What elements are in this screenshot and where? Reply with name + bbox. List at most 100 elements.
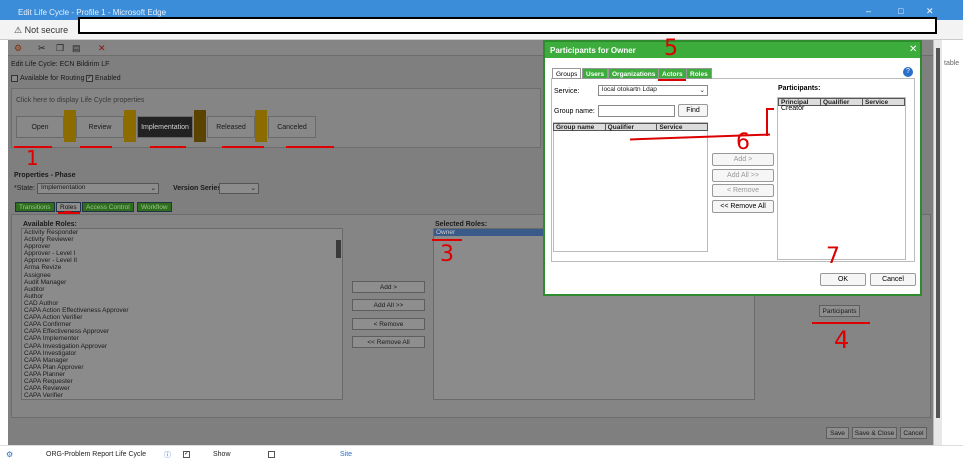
available-for-routing-checkbox[interactable] [11,75,18,82]
chevron-down-icon: ⌄ [150,185,156,192]
list-item[interactable]: CAPA Investigator [22,350,342,357]
lifecycle-icon: ⚙ [6,450,14,459]
help-icon[interactable]: ? [903,67,913,77]
tab-groups[interactable]: Groups [552,68,582,79]
minimize-button[interactable]: – [866,6,871,16]
version-series-select[interactable]: ⌄ [219,183,259,194]
show-checkbox[interactable] [268,451,275,458]
close-button[interactable]: ✕ [926,6,934,17]
phase-implementation[interactable]: Implementation [137,116,193,138]
service-select[interactable]: local otokartn Ldap ⌄ [598,85,708,96]
participants-label: Participants: [778,85,821,92]
tab-roles[interactable]: Roles [686,68,712,79]
list-item[interactable]: Arma Revize [22,264,342,271]
tab-actors[interactable]: Actors [658,68,687,79]
scrollbar-thumb[interactable] [336,240,341,258]
list-item[interactable]: Audit Manager [22,279,342,286]
add-all-participants-button[interactable]: Add All >> [712,169,774,182]
dialog-title-bar: Participants for Owner [545,42,920,58]
row-checkbox[interactable]: ✓ [183,451,190,458]
list-item[interactable]: CAPA Plan Approver [22,364,342,371]
list-item[interactable]: Approver [22,243,342,250]
groups-list[interactable] [553,122,708,252]
phase-released[interactable]: Released [207,116,255,138]
list-item[interactable]: Assignee [22,272,342,279]
add-all-roles-button[interactable]: Add All >> [352,299,425,311]
tab-access-control[interactable]: Access Control [82,202,134,212]
participants-list[interactable] [777,97,906,260]
dialog-cancel-button[interactable]: Cancel [870,273,916,286]
list-item[interactable]: Activity Reviewer [22,236,342,243]
table-row: ⚙ ORG-Problem Report Life Cycle ⓘ ✓ Show… [0,445,963,462]
list-item[interactable]: CAPA Confirmer [22,321,342,328]
column-header: Group name [554,124,606,131]
phase-review[interactable]: Review [76,116,124,138]
list-item[interactable]: CAPA Planner [22,371,342,378]
list-item[interactable]: CAPA Effectiveness Approver [22,328,342,335]
list-item[interactable]: Activity Responder [22,229,342,236]
row-name[interactable]: ORG-Problem Report Life Cycle [46,451,146,458]
tab-transitions[interactable]: Transitions [15,202,55,212]
page-title: Edit Life Cycle: ECN Bildirim LF [11,61,110,68]
list-item[interactable]: Owner [434,229,544,237]
scrollbar-thumb[interactable] [936,48,940,418]
lifecycle-hint[interactable]: Click here to display Life Cycle propert… [16,97,144,104]
list-item[interactable]: CAPA Implementer [22,335,342,342]
find-button[interactable]: Find [678,104,708,117]
remove-role-button[interactable]: < Remove [352,318,425,330]
list-item[interactable]: Approver - Level II [22,257,342,264]
info-icon[interactable]: ⓘ [164,450,171,460]
add-role-button[interactable]: Add > [352,281,425,293]
annotation-5: 5 [664,36,678,61]
transition-bar [124,110,136,142]
save-button[interactable]: Save [826,427,849,439]
save-close-button[interactable]: Save & Close [852,427,897,439]
list-item[interactable]: CAPA Investigation Approver [22,343,342,350]
enabled-checkbox[interactable]: ✓ [86,75,93,82]
group-name-input[interactable] [598,105,675,117]
remove-participant-button[interactable]: < Remove [712,184,774,197]
list-item[interactable]: CAPA Action Verifier [22,314,342,321]
paste-icon[interactable]: ▤ [72,43,81,54]
annotation-underline [222,146,264,148]
selected-roles-label: Selected Roles: [435,221,488,228]
tab-organizations[interactable]: Organizations [608,68,660,79]
gear-icon[interactable]: ⚙ [14,43,22,54]
cancel-button[interactable]: Cancel [900,427,927,439]
tab-workflow[interactable]: Workflow [137,202,172,212]
annotation-underline [812,322,870,324]
security-indicator[interactable]: ⚠ Not secure [14,25,68,36]
dialog-title: Participants for Owner [550,46,636,55]
maximize-button[interactable]: □ [898,6,903,16]
list-item[interactable]: Auditor [22,286,342,293]
dialog-close-icon[interactable]: ✕ [909,44,917,55]
url-field[interactable] [78,17,937,34]
list-item[interactable]: Change Admin I [22,399,342,400]
list-item[interactable]: CAD Author [22,300,342,307]
participants-button[interactable]: Participants [819,305,860,317]
state-label: *State: [14,185,36,192]
remove-all-participants-button[interactable]: << Remove All [712,200,774,213]
list-item[interactable]: Approver - Level I [22,250,342,257]
participant-row[interactable]: Creator [781,105,804,112]
groups-list-header: Group name Qualifier Service [553,123,708,131]
list-item[interactable]: CAPA Verifier [22,392,342,399]
list-item[interactable]: CAPA Reviewer [22,385,342,392]
phase-open[interactable]: Open [16,116,64,138]
available-roles-list[interactable]: Activity Responder Activity Reviewer Appro… [21,228,343,400]
delete-icon[interactable]: ✕ [98,43,106,54]
remove-all-roles-button[interactable]: << Remove All [352,336,425,348]
list-item[interactable]: CAPA Action Effectiveness Approver [22,307,342,314]
cut-icon[interactable]: ✂ [38,43,46,54]
list-item[interactable]: Author [22,293,342,300]
annotation-stroke [766,108,774,110]
copy-icon[interactable]: ❐ [56,43,64,54]
list-item[interactable]: CAPA Manager [22,357,342,364]
state-select[interactable]: Implementation ⌄ [37,183,159,194]
site-link[interactable]: Site [340,451,352,458]
ok-button[interactable]: OK [820,273,866,286]
list-item[interactable]: CAPA Requester [22,378,342,385]
tab-users[interactable]: Users [582,68,609,79]
phase-canceled[interactable]: Canceled [268,116,316,138]
group-name-label: Group name: [554,108,595,115]
